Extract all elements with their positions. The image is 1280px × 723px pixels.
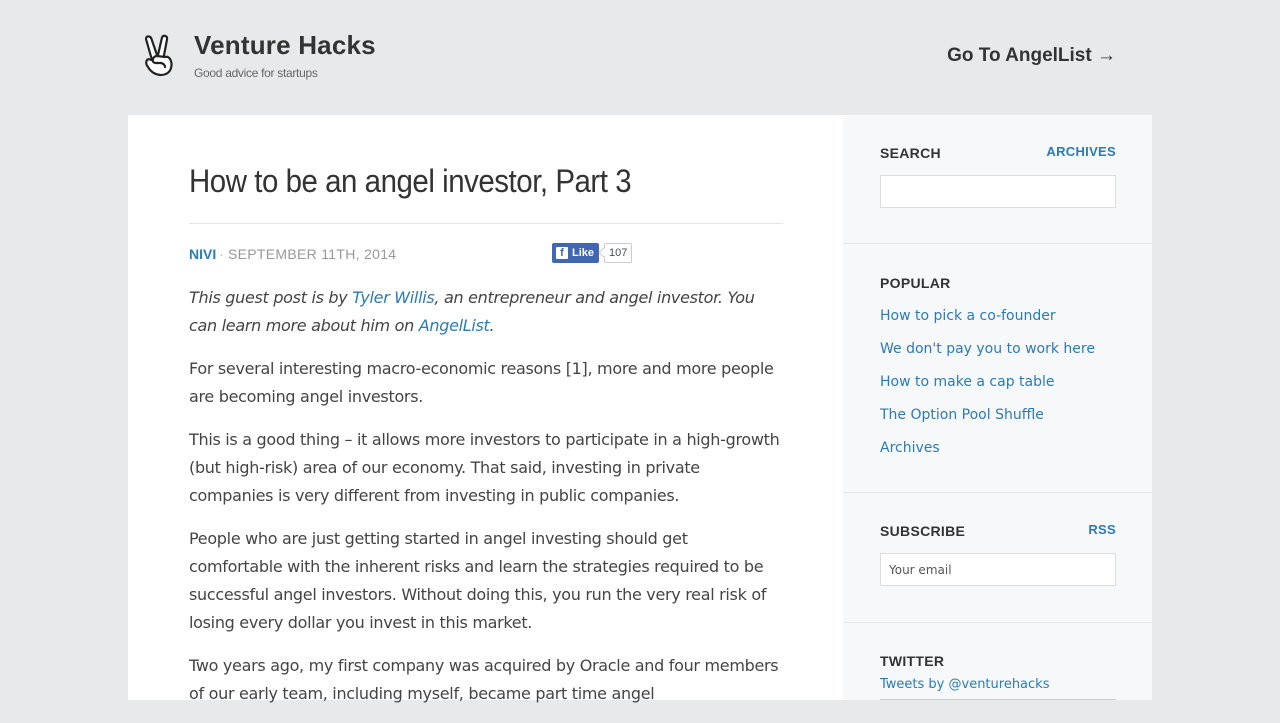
sidebar-divider bbox=[843, 243, 1152, 244]
intro-paragraph: This guest post is by Tyler Willis, an e… bbox=[189, 284, 783, 340]
site-tagline: Good advice for startups bbox=[194, 66, 318, 80]
list-item: How to make a cap table bbox=[880, 373, 1116, 406]
body-paragraph: For several interesting macro-economic r… bbox=[189, 359, 774, 406]
body-paragraph: This is a good thing – it allows more in… bbox=[189, 430, 780, 505]
search-heading-label: SEARCH bbox=[880, 145, 941, 161]
facebook-like-button[interactable]: f Like bbox=[552, 243, 600, 263]
sidebar: SEARCH ARCHIVES POPULAR How to pick a co… bbox=[843, 115, 1152, 700]
sidebar-divider bbox=[843, 622, 1152, 623]
subscribe-widget: SUBSCRIBE RSS bbox=[880, 522, 1116, 586]
body-paragraph: People who are just getting started in a… bbox=[189, 529, 767, 632]
search-heading: SEARCH ARCHIVES bbox=[880, 144, 1116, 165]
post-body: This guest post is by Tyler Willis, an e… bbox=[189, 284, 783, 708]
list-item: How to pick a co-founder bbox=[880, 307, 1116, 340]
subscribe-heading: SUBSCRIBE RSS bbox=[880, 522, 1116, 543]
post-title[interactable]: How to be an angel investor, Part 3 bbox=[189, 115, 735, 223]
popular-link-co-founder[interactable]: How to pick a co-founder bbox=[880, 308, 1056, 324]
list-item: Archives bbox=[880, 439, 1116, 472]
popular-list: How to pick a co-founder We don't pay yo… bbox=[880, 307, 1116, 472]
facebook-like-count: 107 bbox=[604, 243, 633, 263]
popular-link-option-pool[interactable]: The Option Pool Shuffle bbox=[880, 407, 1044, 423]
site-header: Venture Hacks Good advice for startups G… bbox=[0, 0, 1280, 115]
site-title[interactable]: Venture Hacks bbox=[194, 30, 376, 61]
popular-heading: POPULAR bbox=[880, 275, 1116, 295]
subscribe-heading-label: SUBSCRIBE bbox=[880, 523, 966, 539]
search-input[interactable] bbox=[880, 175, 1116, 208]
intro-suffix: . bbox=[489, 316, 495, 335]
popular-heading-label: POPULAR bbox=[880, 275, 951, 291]
facebook-like-widget: f Like 107 bbox=[552, 243, 633, 263]
archives-link[interactable]: ARCHIVES bbox=[1046, 144, 1116, 159]
angellist-profile-link[interactable]: AngelList bbox=[419, 316, 490, 335]
facebook-like-label: Like bbox=[572, 247, 595, 259]
sidebar-divider bbox=[843, 492, 1152, 493]
twitter-heading-label: TWITTER bbox=[880, 653, 945, 669]
list-item: The Option Pool Shuffle bbox=[880, 406, 1116, 439]
facebook-f-icon: f bbox=[556, 247, 568, 259]
post-meta: NIVI · SEPTEMBER 11TH, 2014 f Like 107 bbox=[189, 224, 783, 284]
post-author-link[interactable]: NIVI bbox=[189, 246, 216, 262]
popular-widget: POPULAR How to pick a co-founder We don'… bbox=[880, 275, 1116, 472]
twitter-heading: TWITTER bbox=[880, 653, 1116, 673]
popular-link-dont-pay[interactable]: We don't pay you to work here bbox=[880, 341, 1095, 357]
post-date: SEPTEMBER 11TH, 2014 bbox=[228, 246, 397, 262]
main-content: How to be an angel investor, Part 3 NIVI… bbox=[128, 115, 843, 703]
search-widget: SEARCH ARCHIVES bbox=[880, 144, 1116, 208]
rss-link[interactable]: RSS bbox=[1088, 522, 1116, 537]
list-item: We don't pay you to work here bbox=[880, 340, 1116, 373]
popular-link-cap-table[interactable]: How to make a cap table bbox=[880, 374, 1055, 390]
twitter-widget: TWITTER Tweets by @venturehacks bbox=[880, 653, 1116, 700]
email-field[interactable] bbox=[880, 553, 1116, 586]
intro-prefix: This guest post is by bbox=[189, 288, 353, 307]
victory-hand-icon[interactable] bbox=[140, 34, 180, 78]
tyler-willis-link[interactable]: Tyler Willis bbox=[352, 288, 434, 307]
tweets-by-link[interactable]: Tweets by @venturehacks bbox=[880, 677, 1116, 692]
popular-link-archives[interactable]: Archives bbox=[880, 440, 940, 456]
meta-separator: · bbox=[219, 246, 224, 262]
go-to-angellist-link[interactable]: Go To AngelList → bbox=[947, 45, 1116, 67]
post: How to be an angel investor, Part 3 NIVI… bbox=[189, 115, 783, 723]
